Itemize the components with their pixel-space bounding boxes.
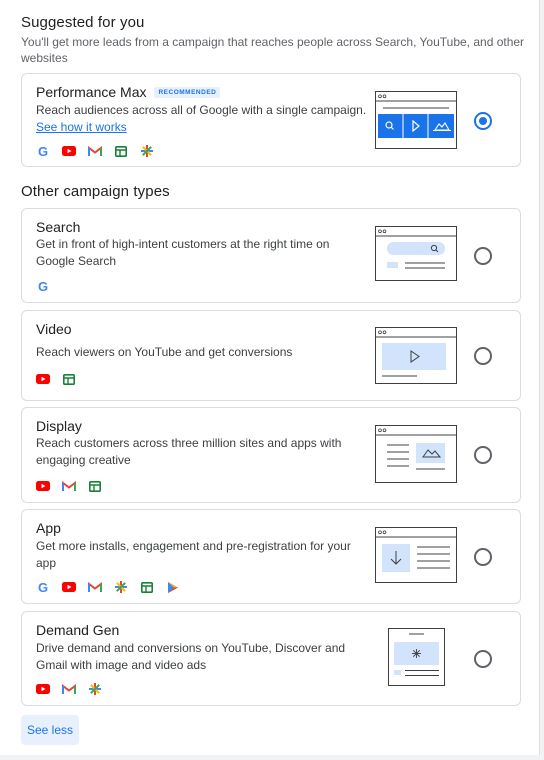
youtube-icon	[36, 479, 50, 493]
card-performance-max[interactable]: Performance Max RECOMMENDED Reach audien…	[21, 73, 521, 167]
suggested-subtitle: You'll get more leads from a campaign th…	[21, 35, 525, 65]
gmail-icon	[88, 144, 102, 158]
discover-icon	[88, 682, 102, 696]
product-icons	[36, 372, 76, 386]
display-radio[interactable]	[474, 446, 492, 464]
gmail-icon	[88, 580, 102, 594]
google-icon: G	[36, 580, 50, 594]
sheets-icon	[62, 372, 76, 386]
youtube-icon	[36, 682, 50, 696]
card-title: App	[36, 520, 61, 536]
discover-icon	[114, 580, 128, 594]
product-icons	[36, 682, 102, 696]
suggested-title: Suggested for you	[21, 14, 145, 31]
youtube-icon	[62, 580, 76, 594]
card-title: Performance Max	[36, 84, 147, 100]
see-less-button[interactable]: See less	[21, 715, 79, 745]
gmail-icon	[62, 682, 76, 696]
search-radio[interactable]	[474, 247, 492, 265]
svg-text:G: G	[38, 144, 48, 158]
display-illustration	[375, 425, 457, 483]
other-campaign-types-title: Other campaign types	[21, 183, 170, 200]
card-description-text: Reach audiences across all of Google wit…	[36, 103, 367, 117]
card-app[interactable]: App Get more installs, engagement and pr…	[21, 509, 521, 604]
card-description: Drive demand and conversions on YouTube,…	[36, 641, 346, 672]
search-illustration	[375, 226, 457, 281]
card-title: Video	[36, 321, 72, 337]
app-radio[interactable]	[474, 548, 492, 566]
gmail-icon	[62, 479, 76, 493]
discover-icon	[140, 144, 154, 158]
sheets-icon	[114, 144, 128, 158]
card-description: Reach viewers on YouTube and get convers…	[36, 345, 293, 359]
demand-gen-radio[interactable]	[474, 650, 492, 668]
performance-max-illustration	[375, 91, 457, 149]
card-display[interactable]: Display Reach customers across three mil…	[21, 407, 521, 503]
product-icons: G	[36, 144, 154, 158]
video-radio[interactable]	[474, 347, 492, 365]
performance-max-radio[interactable]	[474, 112, 492, 130]
youtube-icon	[62, 144, 76, 158]
google-icon: G	[36, 279, 50, 293]
card-title-row: Performance Max RECOMMENDED	[36, 84, 221, 100]
video-illustration	[375, 327, 457, 384]
product-icons	[36, 479, 102, 493]
recommended-badge: RECOMMENDED	[154, 86, 221, 98]
campaign-type-panel: Suggested for you You'll get more leads …	[0, 0, 540, 755]
app-illustration	[375, 527, 457, 583]
card-title: Search	[36, 219, 81, 235]
card-description: Reach audiences across all of Google wit…	[36, 102, 376, 136]
see-how-it-works-link[interactable]: See how it works	[36, 120, 127, 134]
demand-gen-illustration	[388, 628, 445, 686]
card-video[interactable]: Video Reach viewers on YouTube and get c…	[21, 310, 521, 401]
youtube-icon	[36, 372, 50, 386]
svg-text:G: G	[38, 279, 48, 293]
product-icons: G	[36, 580, 180, 594]
sheets-icon	[140, 580, 154, 594]
card-title: Demand Gen	[36, 622, 120, 638]
play-icon	[166, 580, 180, 594]
svg-text:G: G	[38, 580, 48, 594]
google-icon: G	[36, 144, 50, 158]
sheets-icon	[88, 479, 102, 493]
card-description: Get in front of high-intent customers at…	[36, 237, 330, 268]
card-description: Reach customers across three million sit…	[36, 436, 342, 467]
card-search[interactable]: Search Get in front of high-intent custo…	[21, 208, 521, 303]
card-description: Get more installs, engagement and pre-re…	[36, 539, 351, 570]
card-title: Display	[36, 418, 82, 434]
card-demand-gen[interactable]: Demand Gen Drive demand and conversions …	[21, 611, 521, 706]
product-icons: G	[36, 279, 50, 293]
